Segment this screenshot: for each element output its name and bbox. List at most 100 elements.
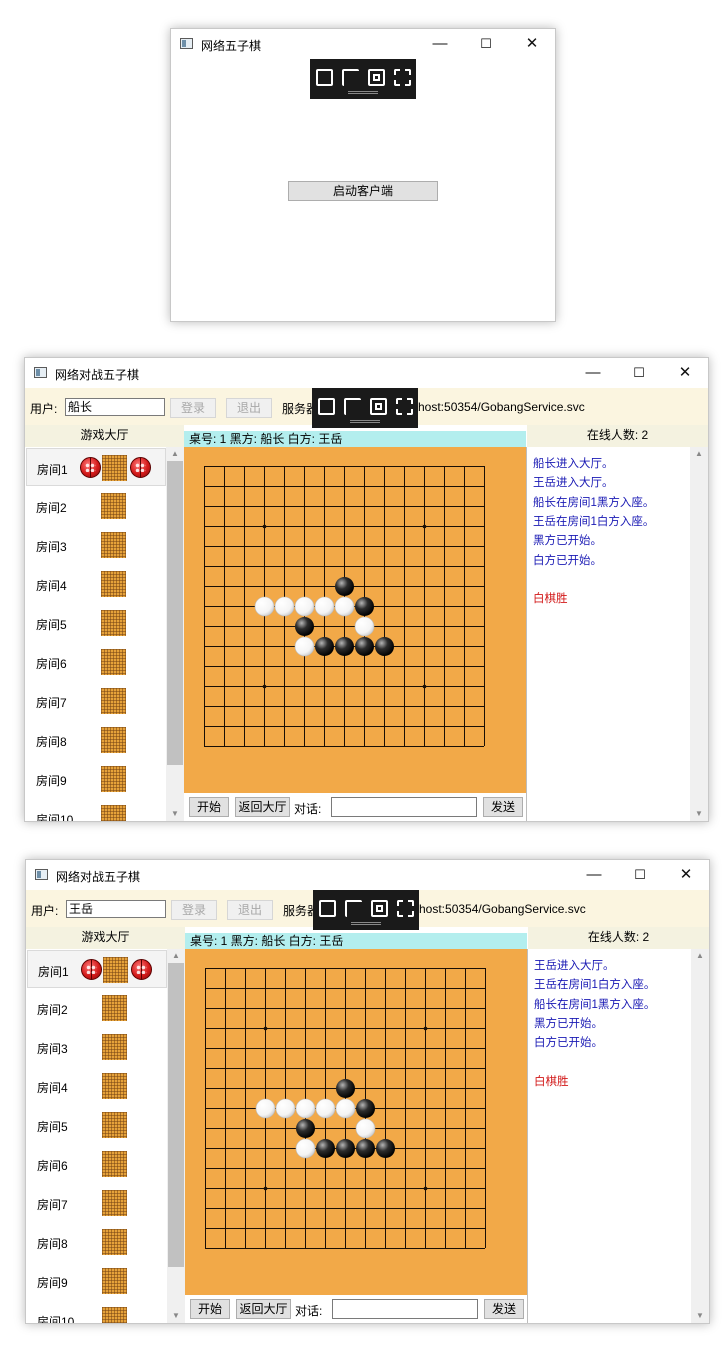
black-seat-player-icon[interactable]	[80, 457, 101, 478]
table-thumbnail-icon[interactable]	[102, 1073, 127, 1099]
room-item[interactable]: 房间5	[26, 604, 166, 642]
maximize-button[interactable]: ☐	[617, 860, 663, 890]
minimize-button[interactable]: —	[571, 860, 617, 890]
fullscreen-capture-icon[interactable]	[396, 899, 414, 917]
black-seat-player-icon[interactable]	[81, 959, 102, 980]
minimize-button[interactable]: —	[417, 29, 463, 59]
table-thumbnail-icon[interactable]	[101, 493, 126, 519]
table-thumbnail-icon[interactable]	[103, 957, 128, 983]
table-thumbnail-icon[interactable]	[102, 1034, 127, 1060]
table-thumbnail-icon[interactable]	[101, 766, 126, 792]
select-pointer-icon[interactable]	[344, 899, 362, 917]
table-thumbnail-icon[interactable]	[102, 1229, 127, 1255]
table-thumbnail-icon[interactable]	[101, 649, 126, 675]
table-thumbnail-icon[interactable]	[101, 688, 126, 714]
white-seat-player-icon[interactable]	[130, 457, 151, 478]
scroll-up-arrow-icon[interactable]: ▲	[167, 949, 185, 963]
scroll-up-arrow-icon[interactable]: ▲	[691, 949, 709, 963]
login-button[interactable]: 登录	[170, 398, 216, 418]
table-thumbnail-icon[interactable]	[102, 1190, 127, 1216]
drag-handle[interactable]	[348, 91, 378, 94]
close-button[interactable]: ✕	[662, 358, 708, 388]
table-thumbnail-icon[interactable]	[102, 1112, 127, 1138]
username-input[interactable]: 王岳	[66, 900, 166, 918]
scroll-thumb[interactable]	[167, 461, 183, 765]
table-thumbnail-icon[interactable]	[102, 1268, 127, 1294]
room-item[interactable]: 房间5	[27, 1106, 167, 1144]
scroll-up-arrow-icon[interactable]: ▲	[166, 447, 184, 461]
table-thumbnail-icon[interactable]	[101, 727, 126, 753]
login-button[interactable]: 登录	[171, 900, 217, 920]
return-hall-button[interactable]: 返回大厅	[235, 797, 290, 817]
room-item[interactable]: 房间2	[26, 487, 166, 525]
room-item[interactable]: 房间8	[26, 721, 166, 759]
table-thumbnail-icon[interactable]	[102, 1151, 127, 1177]
maximize-button[interactable]: ☐	[616, 358, 662, 388]
room-item[interactable]: 房间10	[26, 799, 166, 821]
minimize-button[interactable]: —	[570, 358, 616, 388]
room-item[interactable]: 房间6	[26, 643, 166, 681]
room-item[interactable]: 房间1	[26, 448, 166, 486]
add-region-icon[interactable]	[317, 397, 335, 415]
room-list-scrollbar[interactable]: ▲ ▼	[166, 447, 184, 821]
select-pointer-icon[interactable]	[343, 397, 361, 415]
chat-input[interactable]	[331, 797, 477, 817]
table-thumbnail-icon[interactable]	[102, 995, 127, 1021]
table-thumbnail-icon[interactable]	[101, 610, 126, 636]
start-game-button[interactable]: 开始	[190, 1299, 230, 1319]
gobang-board[interactable]	[184, 447, 526, 793]
room-item[interactable]: 房间7	[27, 1184, 167, 1222]
window-capture-icon[interactable]	[369, 397, 387, 415]
window-capture-icon[interactable]	[370, 899, 388, 917]
close-button[interactable]: ✕	[509, 29, 555, 59]
room-item[interactable]: 房间3	[27, 1028, 167, 1066]
drag-handle[interactable]	[351, 922, 381, 925]
add-region-icon[interactable]	[318, 899, 336, 917]
send-button[interactable]: 发送	[484, 1299, 524, 1319]
room-item[interactable]: 房间7	[26, 682, 166, 720]
board-grid[interactable]	[185, 949, 527, 1295]
select-pointer-icon[interactable]	[341, 68, 359, 86]
room-item[interactable]: 房间9	[27, 1262, 167, 1300]
scroll-down-arrow-icon[interactable]: ▼	[166, 807, 184, 821]
table-thumbnail-icon[interactable]	[102, 1307, 127, 1323]
room-item[interactable]: 房间3	[26, 526, 166, 564]
room-item[interactable]: 房间10	[27, 1301, 167, 1323]
fullscreen-capture-icon[interactable]	[395, 397, 413, 415]
close-button[interactable]: ✕	[663, 860, 709, 890]
maximize-button[interactable]: ☐	[463, 29, 509, 59]
room-item[interactable]: 房间9	[26, 760, 166, 798]
table-thumbnail-icon[interactable]	[101, 571, 126, 597]
room-item[interactable]: 房间4	[26, 565, 166, 603]
return-hall-button[interactable]: 返回大厅	[236, 1299, 291, 1319]
start-game-button[interactable]: 开始	[189, 797, 229, 817]
log-scrollbar[interactable]: ▲ ▼	[691, 949, 709, 1323]
scroll-down-arrow-icon[interactable]: ▼	[691, 1309, 709, 1323]
table-thumbnail-icon[interactable]	[102, 455, 127, 481]
add-region-icon[interactable]	[315, 68, 333, 86]
fullscreen-capture-icon[interactable]	[393, 68, 411, 86]
logout-button[interactable]: 退出	[227, 900, 273, 920]
room-item[interactable]: 房间6	[27, 1145, 167, 1183]
log-scrollbar[interactable]: ▲ ▼	[690, 447, 708, 821]
window-capture-icon[interactable]	[367, 68, 385, 86]
scroll-down-arrow-icon[interactable]: ▼	[167, 1309, 185, 1323]
start-client-button[interactable]: 启动客户端	[288, 181, 438, 201]
scroll-thumb[interactable]	[168, 963, 184, 1267]
table-thumbnail-icon[interactable]	[101, 805, 126, 821]
gobang-board[interactable]	[185, 949, 527, 1295]
username-input[interactable]: 船长	[65, 398, 165, 416]
scroll-up-arrow-icon[interactable]: ▲	[690, 447, 708, 461]
room-item[interactable]: 房间2	[27, 989, 167, 1027]
table-thumbnail-icon[interactable]	[101, 532, 126, 558]
logout-button[interactable]: 退出	[226, 398, 272, 418]
room-list-scrollbar[interactable]: ▲ ▼	[167, 949, 185, 1323]
drag-handle[interactable]	[350, 420, 380, 423]
chat-input[interactable]	[332, 1299, 478, 1319]
room-item[interactable]: 房间8	[27, 1223, 167, 1261]
room-item[interactable]: 房间4	[27, 1067, 167, 1105]
scroll-down-arrow-icon[interactable]: ▼	[690, 807, 708, 821]
board-grid[interactable]	[184, 447, 526, 793]
white-seat-player-icon[interactable]	[131, 959, 152, 980]
send-button[interactable]: 发送	[483, 797, 523, 817]
